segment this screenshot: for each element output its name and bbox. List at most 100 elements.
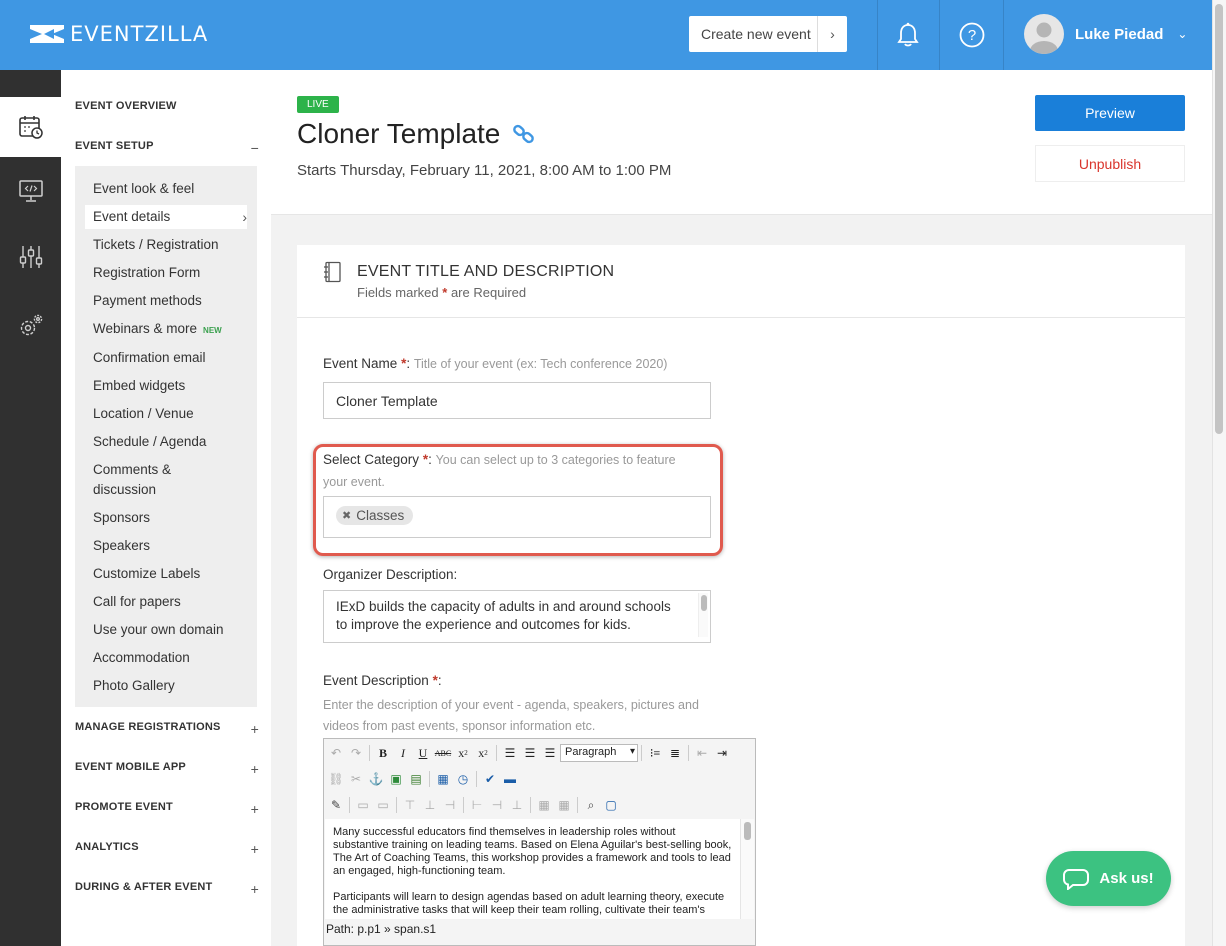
expand-icon[interactable]: + [251, 841, 259, 857]
avatar [1024, 14, 1064, 54]
sidebar-section-manage-registrations[interactable]: MANAGE REGISTRATIONS + [75, 721, 259, 737]
insert-date-icon[interactable]: ▦ [433, 770, 453, 788]
col-delete-icon[interactable]: ⊥ [507, 796, 527, 814]
event-name-hint: Title of your event (ex: Tech conference… [413, 357, 668, 371]
sidebar-item-sponsors[interactable]: Sponsors [93, 508, 150, 528]
sidebar-section-overview[interactable]: EVENT OVERVIEW [75, 100, 259, 112]
numbered-list-icon[interactable]: ≣ [665, 744, 685, 762]
row-after-icon[interactable]: ⊥ [420, 796, 440, 814]
strikethrough-icon[interactable]: ABC [433, 744, 453, 762]
indent-icon[interactable]: ⇥ [712, 744, 732, 762]
unlink-icon[interactable]: ✂ [346, 770, 366, 788]
sidebar-item-location[interactable]: Location / Venue [93, 404, 194, 424]
redo-icon[interactable]: ↷ [346, 744, 366, 762]
create-new-event-button[interactable]: Create new event › [689, 16, 847, 52]
expand-icon[interactable]: + [251, 761, 259, 777]
editor-content[interactable]: Many successful educators find themselve… [325, 819, 740, 919]
organizer-description-textarea[interactable]: IExD builds the capacity of adults in an… [323, 590, 711, 643]
section-label: EVENT MOBILE APP [75, 761, 186, 773]
sidebar-item-look-feel[interactable]: Event look & feel [93, 179, 194, 199]
outdent-icon[interactable]: ⇤ [692, 744, 712, 762]
sidebar-item-payment-methods[interactable]: Payment methods [93, 291, 202, 311]
italic-icon[interactable]: I [393, 744, 413, 762]
expand-icon[interactable]: + [251, 801, 259, 817]
page-scrollbar-thumb[interactable] [1215, 4, 1223, 434]
sidebar-section-during-after[interactable]: DURING & AFTER EVENT + [75, 881, 259, 897]
editor-line: Many successful educators find themselve… [333, 826, 676, 838]
new-badge: NEW [203, 326, 222, 335]
col-before-icon[interactable]: ⊢ [467, 796, 487, 814]
align-right-icon[interactable]: ☰ [540, 744, 560, 762]
sidebar-item-tickets[interactable]: Tickets / Registration [93, 235, 219, 255]
link-icon[interactable] [512, 122, 536, 146]
sidebar-item-comments[interactable]: Comments & discussion [93, 460, 171, 500]
align-center-icon[interactable]: ☰ [520, 744, 540, 762]
event-name-input[interactable]: Cloner Template [323, 382, 711, 419]
sidebar-item-call-for-papers[interactable]: Call for papers [93, 592, 181, 612]
user-menu[interactable]: Luke Piedad ⌄ [1024, 14, 1187, 54]
sidebar-item-speakers[interactable]: Speakers [93, 536, 150, 556]
sidebar-item-accommodation[interactable]: Accommodation [93, 648, 190, 668]
collapse-icon[interactable]: − [251, 140, 259, 156]
rail-item-events[interactable] [0, 97, 61, 157]
spellcheck-icon[interactable]: ✔ [480, 770, 500, 788]
find-replace-icon[interactable]: ⌕ [581, 796, 601, 814]
link-icon[interactable]: ⛓ [326, 770, 346, 788]
sidebar-item-photo-gallery[interactable]: Photo Gallery [93, 676, 175, 696]
preview-button[interactable]: Preview [1035, 95, 1185, 131]
image-icon[interactable]: ▣ [386, 770, 406, 788]
bold-icon[interactable]: B [373, 744, 393, 762]
sidebar-section-promote[interactable]: PROMOTE EVENT + [75, 801, 259, 817]
editor-scrollbar[interactable] [740, 819, 754, 919]
edit-source-icon[interactable]: ✎ [326, 796, 346, 814]
editor-toolbar-row-3: ✎ ▭ ▭ ⊤ ⊥ ⊣ ⊢ ⊣ ⊥ ▦ ▦ ⌕ ▢ [326, 794, 621, 816]
rail-item-website[interactable] [0, 161, 61, 221]
sidebar-section-mobile-app[interactable]: EVENT MOBILE APP + [75, 761, 259, 777]
row-delete-icon[interactable]: ⊣ [440, 796, 460, 814]
category-select[interactable]: ✖ Classes [323, 496, 711, 538]
sidebar-item-webinars[interactable]: Webinars & more NEW [93, 319, 222, 341]
expand-icon[interactable]: + [251, 721, 259, 737]
table-props-icon[interactable]: ▭ [353, 796, 373, 814]
sidebar-item-own-domain[interactable]: Use your own domain [93, 620, 224, 640]
underline-icon[interactable]: U [413, 744, 433, 762]
table-delete-icon[interactable]: ▭ [373, 796, 393, 814]
col-after-icon[interactable]: ⊣ [487, 796, 507, 814]
sidebar-item-confirmation-email[interactable]: Confirmation email [93, 348, 206, 368]
unpublish-button[interactable]: Unpublish [1035, 145, 1185, 182]
merge-cells-icon[interactable]: ▦ [534, 796, 554, 814]
section-title: EVENT TITLE AND DESCRIPTION [357, 263, 615, 280]
rail-item-settings[interactable] [0, 227, 61, 287]
align-left-icon[interactable]: ☰ [500, 744, 520, 762]
help-icon[interactable]: ? [955, 18, 989, 52]
row-before-icon[interactable]: ⊤ [400, 796, 420, 814]
label-text: Event Description [323, 673, 429, 688]
textarea-scrollbar[interactable] [698, 593, 708, 637]
sidebar-item-registration-form[interactable]: Registration Form [93, 263, 200, 283]
top-bar: EVENTZILLA Create new event › ? Luke Pie… [0, 0, 1212, 70]
expand-icon[interactable]: + [251, 881, 259, 897]
rail-item-account[interactable] [0, 296, 61, 356]
sidebar-item-embed-widgets[interactable]: Embed widgets [93, 376, 185, 396]
superscript-icon[interactable]: x2 [473, 744, 493, 762]
horizontal-rule-icon[interactable]: ▬ [500, 770, 520, 788]
sidebar-item-schedule[interactable]: Schedule / Agenda [93, 432, 206, 452]
bullet-list-icon[interactable]: ⁝≡ [645, 744, 665, 762]
anchor-icon[interactable]: ⚓ [366, 770, 386, 788]
paragraph-format-select[interactable]: Paragraph [560, 744, 638, 762]
remove-tag-icon[interactable]: ✖ [342, 509, 351, 522]
sidebar-section-setup[interactable]: EVENT SETUP − [75, 140, 259, 156]
sidebar-section-analytics[interactable]: ANALYTICS + [75, 841, 259, 857]
eventzilla-logo[interactable]: EVENTZILLA [30, 22, 208, 46]
insert-time-icon[interactable]: ◷ [453, 770, 473, 788]
ask-us-chat-button[interactable]: Ask us! [1046, 851, 1171, 906]
subscript-icon[interactable]: x2 [453, 744, 473, 762]
sidebar-item-customize-labels[interactable]: Customize Labels [93, 564, 200, 584]
bell-icon[interactable] [891, 18, 925, 52]
undo-icon[interactable]: ↶ [326, 744, 346, 762]
sidebar-item-event-details[interactable]: Event details › [93, 207, 247, 227]
fullscreen-icon[interactable]: ▢ [601, 796, 621, 814]
media-icon[interactable]: ▤ [406, 770, 426, 788]
sidebar: EVENT OVERVIEW EVENT SETUP − Event look … [61, 70, 271, 946]
split-cells-icon[interactable]: ▦ [554, 796, 574, 814]
